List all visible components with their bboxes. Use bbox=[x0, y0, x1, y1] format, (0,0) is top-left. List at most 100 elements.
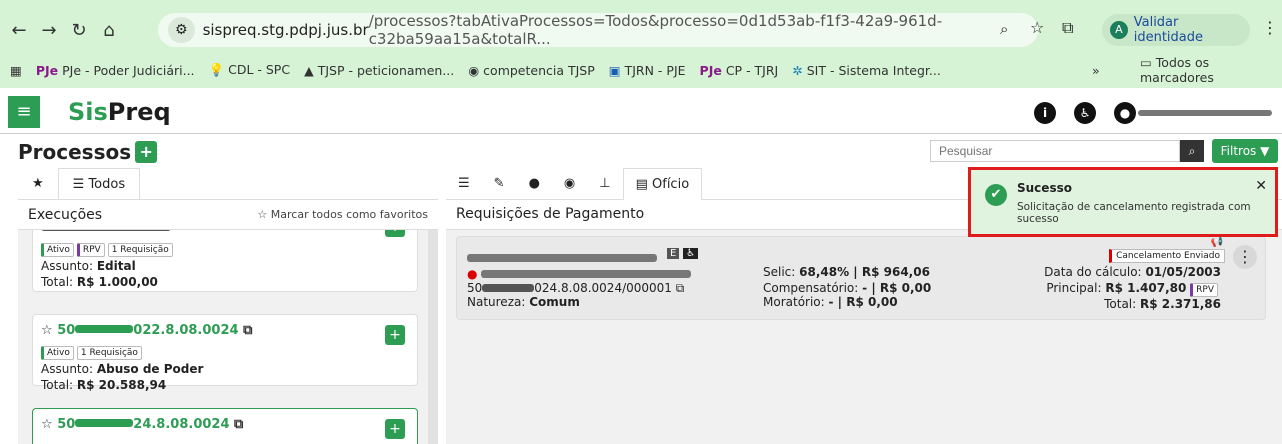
tab-oficio[interactable]: ▤ Ofício bbox=[622, 167, 703, 200]
user-icon[interactable]: ● bbox=[1114, 102, 1136, 124]
star-outline-icon[interactable]: ☆ bbox=[41, 323, 53, 338]
tjsp-icon: ▲ bbox=[304, 62, 314, 78]
process-number[interactable]: ☆ 50 022.8.08.0024 ⧉ bbox=[41, 323, 409, 338]
bookmark-star-icon[interactable]: ☆ bbox=[1030, 18, 1044, 37]
bookmark-1[interactable]: 💡 CDL - SPC bbox=[209, 62, 291, 78]
tab-favorites[interactable]: ★ bbox=[18, 168, 58, 199]
data-calculo-value: 01/05/2003 bbox=[1145, 265, 1221, 279]
badges: Ativo 1 Requisição bbox=[41, 344, 409, 360]
add-requisicao-button[interactable]: + bbox=[385, 325, 405, 345]
close-icon[interactable]: ✕ bbox=[1255, 178, 1267, 194]
add-requisicao-button[interactable]: + bbox=[385, 419, 405, 439]
menu-kebab-icon[interactable]: ⋮ bbox=[1262, 18, 1278, 37]
more-actions-icon[interactable]: ⋮ bbox=[1233, 245, 1257, 269]
bookmark-6[interactable]: ✲ SIT - Sistema Integr... bbox=[792, 63, 941, 78]
validar-identidade-button[interactable]: A Validar identidade bbox=[1102, 14, 1250, 46]
bookmark-label: CDL - SPC bbox=[228, 62, 291, 77]
badge-icons: E ♿ bbox=[667, 245, 699, 259]
app-header: ≡ SisPreq i ♿ ● bbox=[0, 90, 1282, 134]
bookmark-4[interactable]: ▣ TJRN - PJE bbox=[609, 63, 686, 78]
list-icon: ☰ bbox=[458, 176, 470, 191]
info-icon[interactable]: i bbox=[1034, 102, 1056, 124]
number-suffix: 24.8.08.0024 bbox=[133, 417, 230, 432]
add-requisicao-button[interactable]: + bbox=[385, 230, 405, 237]
process-suffix: 024.8.08.0024/000001 bbox=[534, 281, 672, 295]
eye-icon: ◉ bbox=[563, 176, 576, 191]
copy-icon[interactable]: ⧉ bbox=[243, 323, 252, 338]
search-icon: ⌕ bbox=[1188, 144, 1196, 158]
address-bar[interactable]: ⚙ sispreq.stg.pdpj.jus.br/processos?tabA… bbox=[158, 12, 1038, 48]
all-bookmarks[interactable]: ▭ Todos os marcadores bbox=[1140, 55, 1282, 85]
tab-stamp[interactable]: ⊥ bbox=[587, 168, 622, 199]
menu-hamburger-icon[interactable]: ≡ bbox=[8, 96, 40, 128]
total-value: R$ 1.000,00 bbox=[76, 275, 158, 289]
bookmark-label: SIT - Sistema Integr... bbox=[806, 62, 941, 78]
tab-oficio-label: Ofício bbox=[652, 176, 690, 192]
search-input[interactable] bbox=[930, 140, 1180, 162]
bookmark-0[interactable]: PJe PJe - Poder Judiciári... bbox=[36, 63, 195, 78]
process-number[interactable]: ☆ 50 24.8.08.0024 ⧉ bbox=[41, 417, 409, 432]
identity-icon: A bbox=[1110, 21, 1128, 39]
zoom-icon[interactable]: ⌕ bbox=[1000, 20, 1008, 38]
accessibility-icon[interactable]: ♿ bbox=[1074, 102, 1096, 124]
total-label: Total: bbox=[41, 275, 74, 289]
validar-label: Validar identidade bbox=[1133, 15, 1204, 45]
left-scrollbar[interactable] bbox=[428, 230, 438, 444]
forward-icon[interactable]: → bbox=[34, 20, 64, 41]
principal-value: R$ 1.407,80 bbox=[1105, 281, 1187, 295]
toast-title: Sucesso bbox=[1017, 181, 1072, 195]
redacted-digits bbox=[75, 325, 134, 333]
count-badge: 1 Requisição bbox=[107, 243, 173, 257]
reload-icon[interactable]: ↻ bbox=[64, 20, 94, 41]
list-item[interactable]: + AtivoRPV1 Requisição Assunto: Edital T… bbox=[32, 230, 418, 292]
list-item[interactable]: ☆ 50 24.8.08.0024 ⧉ + bbox=[32, 408, 418, 444]
compensatorio-line: Compensatório: - | R$ 0,00 bbox=[763, 281, 931, 295]
site-settings-icon[interactable]: ⚙ bbox=[168, 17, 195, 43]
tab-alert[interactable]: ● bbox=[517, 168, 552, 199]
more-bookmarks-icon[interactable]: » bbox=[1092, 63, 1100, 78]
copy-icon[interactable]: ⧉ bbox=[234, 417, 243, 432]
tab-list[interactable]: ☰ bbox=[446, 168, 482, 199]
favorite-all-link[interactable]: ☆ Marcar todos como favoritos bbox=[257, 208, 428, 221]
favorite-all-label: Marcar todos como favoritos bbox=[270, 208, 428, 221]
back-icon[interactable]: ← bbox=[4, 20, 34, 41]
bookmark-3[interactable]: ◉ competencia TJSP bbox=[468, 63, 595, 78]
assunto-line: Assunto: Abuso de Poder bbox=[41, 362, 409, 376]
total-label: Total: bbox=[1104, 297, 1137, 311]
copy-icon[interactable]: ⧉ bbox=[676, 281, 685, 295]
alert-icon: ● bbox=[528, 176, 540, 191]
filter-icon: ▼ bbox=[1260, 144, 1270, 158]
execucoes-list: + AtivoRPV1 Requisição Assunto: Edital T… bbox=[18, 230, 438, 444]
bookmark-2[interactable]: ▲ TJSP - peticionamen... bbox=[304, 63, 454, 78]
beneficiary-name-redacted bbox=[467, 251, 657, 265]
selic-value: 68,48% | R$ 964,06 bbox=[799, 265, 930, 279]
tab-view[interactable]: ◉ bbox=[552, 168, 587, 199]
logo-sis: Sis bbox=[68, 98, 108, 126]
page-title: Processos + bbox=[18, 140, 158, 164]
data-calculo-line: Data do cálculo: 01/05/2003 bbox=[1044, 265, 1221, 279]
tab-edit[interactable]: ✎ bbox=[482, 168, 517, 199]
list-item[interactable]: ☆ 50 022.8.08.0024 ⧉ + Ativo 1 Requisição … bbox=[32, 314, 418, 392]
edit-icon: ✎ bbox=[493, 176, 505, 191]
filters-button[interactable]: Filtros ▼ bbox=[1212, 139, 1278, 163]
left-header-title: Execuções bbox=[28, 206, 103, 223]
accessibility-icon: ♿ bbox=[683, 248, 699, 259]
star-outline-icon[interactable]: ☆ bbox=[41, 417, 53, 432]
bookmark-5[interactable]: PJe CP - TJRJ bbox=[700, 63, 779, 78]
left-tabs: ★ ☰ Todos bbox=[18, 168, 438, 200]
add-processo-button[interactable]: + bbox=[135, 141, 158, 163]
natureza-label: Natureza: bbox=[467, 295, 526, 309]
apps-icon[interactable]: ▦ bbox=[10, 63, 22, 78]
assunto-value: Edital bbox=[96, 259, 136, 273]
search-button[interactable]: ⌕ bbox=[1180, 140, 1204, 162]
badges: Ativo RPV 1 Requisição bbox=[41, 241, 409, 257]
number-prefix: 50 bbox=[57, 323, 76, 338]
number-suffix: 022.8.08.0024 bbox=[133, 323, 239, 338]
assunto-label: Assunto: bbox=[41, 362, 94, 376]
tab-todos[interactable]: ☰ Todos bbox=[57, 168, 141, 199]
bookmark-label: PJe - Poder Judiciári... bbox=[62, 62, 195, 78]
compensatorio-label: Compensatório: bbox=[763, 281, 859, 295]
extensions-icon[interactable]: ⧉ bbox=[1062, 18, 1073, 38]
requisicao-card[interactable]: E ♿ ● 50 024.8.08.0024/000001 ⧉ Natureza:… bbox=[456, 236, 1266, 320]
home-icon[interactable]: ⌂ bbox=[94, 20, 124, 41]
